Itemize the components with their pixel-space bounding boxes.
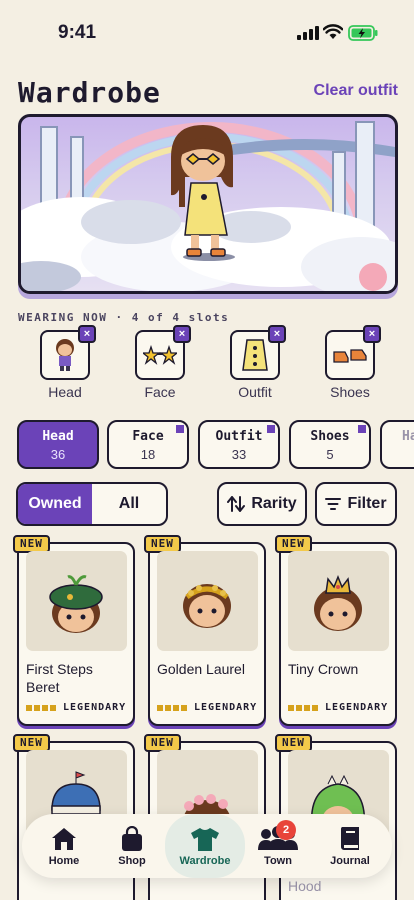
slot-head[interactable]: × Head <box>40 325 96 400</box>
slot-outfit[interactable]: × Outfit <box>230 325 286 400</box>
wearing-now-label: WEARING NOW · 4 of 4 slots <box>18 311 230 324</box>
tab-wardrobe[interactable]: Wardrobe <box>165 814 245 878</box>
tab-label: Town <box>264 855 292 867</box>
new-indicator <box>176 425 184 433</box>
battery-charging-icon <box>348 25 378 41</box>
slot-outfit-thumb[interactable]: × <box>230 325 286 380</box>
slot-face[interactable]: × Face <box>135 325 191 400</box>
slot-label: Outfit <box>238 384 272 400</box>
category-tab-head[interactable]: Head 36 <box>17 420 99 469</box>
clear-outfit-button[interactable]: Clear outfit <box>314 82 398 100</box>
filter-lines-icon <box>325 498 342 510</box>
bottom-tab-bar: Home Shop Wardrobe Town Journal <box>22 814 392 878</box>
rarity-indicator: LEGENDARY <box>157 702 257 713</box>
remove-face-button[interactable]: × <box>173 325 191 343</box>
tab-label: Home <box>48 855 80 867</box>
category-tab-more[interactable]: Ha <box>380 420 414 469</box>
item-name: Hood <box>288 878 322 894</box>
wifi-icon <box>323 24 343 39</box>
crown-head-icon <box>314 574 362 631</box>
mini-avatar-icon <box>56 339 74 371</box>
rarity-indicator: LEGENDARY <box>288 702 388 713</box>
item-card-first-steps-beret[interactable]: NEW First Steps Beret LEGENDARY <box>13 535 135 726</box>
slot-shoes[interactable]: × Shoes <box>325 325 381 400</box>
category-count: 33 <box>231 447 247 462</box>
slot-label: Shoes <box>330 384 370 400</box>
all-toggle-button[interactable]: All <box>92 484 166 524</box>
item-name: Golden Laurel <box>157 661 245 677</box>
shopping-bag-icon <box>122 826 142 851</box>
new-indicator <box>267 425 275 433</box>
item-card-tiny-crown[interactable]: NEW Tiny Crown LEGENDARY <box>275 535 397 726</box>
filter-button[interactable]: Filter <box>315 482 397 526</box>
avatar-preview-scene <box>18 114 398 294</box>
town-notification-badge: 2 <box>276 820 296 840</box>
rarity-sort-button[interactable]: Rarity <box>217 482 307 526</box>
tab-shop[interactable]: Shop <box>95 814 169 878</box>
category-count: 36 <box>50 447 66 462</box>
item-card-golden-laurel[interactable]: NEW Golden Laurel LEGENDARY <box>144 535 266 726</box>
status-time: 9:41 <box>58 22 97 43</box>
star-glasses-icon <box>143 345 177 365</box>
category-tab-face[interactable]: Face 18 <box>107 420 189 469</box>
category-tabs: Head 36 Face 18 Outfit 33 Shoes 5 Ha <box>16 420 414 470</box>
beret-head-icon <box>49 575 103 633</box>
sort-arrows-icon <box>227 496 246 512</box>
rarity-text: LEGENDARY <box>194 702 258 713</box>
remove-outfit-button[interactable]: × <box>268 325 286 343</box>
tab-home[interactable]: Home <box>27 814 101 878</box>
slot-shoes-thumb[interactable]: × <box>325 325 381 380</box>
tab-label: Shop <box>118 855 146 867</box>
slot-label: Head <box>48 384 82 400</box>
slot-face-thumb[interactable]: × <box>135 325 191 380</box>
remove-head-button[interactable]: × <box>78 325 96 343</box>
status-bar: 9:41 <box>0 0 414 60</box>
category-name: Ha <box>402 429 414 444</box>
category-tab-outfit[interactable]: Outfit 33 <box>198 420 280 469</box>
orange-shoes-icon <box>333 349 367 363</box>
remove-shoes-button[interactable]: × <box>363 325 381 343</box>
laurel-head-icon <box>183 584 231 628</box>
cloud-scene-illustration <box>21 121 395 291</box>
slot-label: Face <box>144 384 176 400</box>
yellow-outfit-icon <box>242 339 268 371</box>
rarity-label: Rarity <box>251 495 297 512</box>
filter-label: Filter <box>347 495 387 512</box>
category-count: 5 <box>326 447 334 462</box>
tab-label: Journal <box>330 855 370 867</box>
category-name: Head <box>42 429 74 444</box>
item-thumbnail <box>26 551 127 651</box>
category-count: 18 <box>140 447 156 462</box>
new-indicator <box>358 425 366 433</box>
home-icon <box>52 828 76 850</box>
item-thumbnail <box>157 551 258 651</box>
item-name: First Steps Beret <box>26 661 93 695</box>
tab-journal[interactable]: Journal <box>313 814 387 878</box>
book-icon <box>340 827 359 850</box>
item-thumbnail <box>288 551 389 651</box>
shirt-icon <box>191 828 219 851</box>
page-title: Wardrobe <box>18 76 161 109</box>
category-tab-shoes[interactable]: Shoes 5 <box>289 420 371 469</box>
rarity-text: LEGENDARY <box>325 702 389 713</box>
slot-head-thumb[interactable]: × <box>40 325 96 380</box>
cellular-signal-icon <box>297 26 319 40</box>
rarity-indicator: LEGENDARY <box>26 702 126 713</box>
ownership-toggle: Owned All <box>16 482 168 526</box>
tab-label: Wardrobe <box>179 855 231 867</box>
rarity-text: LEGENDARY <box>63 702 127 713</box>
owned-toggle-button[interactable]: Owned <box>18 484 92 524</box>
item-name: Tiny Crown <box>288 661 359 677</box>
